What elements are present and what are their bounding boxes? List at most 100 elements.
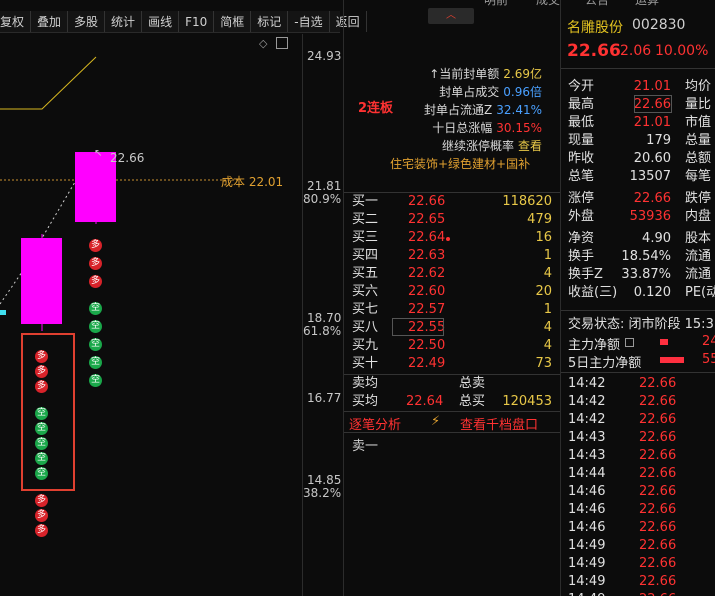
short-signal-badge: 空 <box>89 320 102 333</box>
total-buy-label: 总买 <box>459 394 486 409</box>
top-tab-cut[interactable]: 公告 <box>585 0 625 8</box>
bid-volume: 4 <box>543 338 552 353</box>
top-tab-cut[interactable]: 运算 <box>635 0 675 8</box>
change: 2.06 <box>620 43 652 59</box>
quote-row: 今开 21.01 均价 <box>564 78 715 96</box>
toolbar-item[interactable]: F10 <box>179 11 215 32</box>
quote-label: 总笔 <box>568 169 595 184</box>
bid-row[interactable]: 买五 22.62 4 <box>344 265 558 283</box>
bid-label: 买三 <box>352 230 379 245</box>
bid-label: 买十 <box>352 356 379 371</box>
quote-label-2: 总额 <box>685 151 712 166</box>
top-tab-cut[interactable]: 明前 <box>484 0 524 8</box>
toolbar-item[interactable]: 简框 <box>214 11 252 32</box>
bid-price: 22.63 <box>408 248 446 263</box>
quote-label-2: 市值 <box>685 115 712 130</box>
bid-row[interactable]: 买四 22.63 1 <box>344 247 558 265</box>
stock-name: 名雕股份 <box>567 20 623 36</box>
main-net-label: 主力净额 <box>568 338 621 353</box>
quote-label-2: 跌停 <box>685 191 712 206</box>
quote-label-2: 流通 <box>685 249 712 264</box>
diamond-icon[interactable]: ◇ <box>259 37 267 50</box>
stock-code: 002830 <box>632 17 686 33</box>
quote-value: 18.54% <box>621 249 671 264</box>
quote-value: 13507 <box>629 169 671 184</box>
toolbar-item[interactable]: 多股 <box>68 11 106 32</box>
short-signal-badge: 空 <box>35 407 48 420</box>
tick-time: 14:43 <box>568 430 606 445</box>
dot-icon <box>446 237 450 241</box>
quote-value: 22.66 <box>633 191 671 206</box>
toolbar-item[interactable]: 复权 <box>0 11 32 32</box>
tick-time: 14:42 <box>568 394 606 409</box>
kline-chart[interactable]: ↖ 22.66 成本 22.01 多多多空空空空空多多多空空空空空多多多 ◇ <box>0 34 302 596</box>
top-tab-cut[interactable]: 成交 <box>536 0 576 8</box>
bid-row[interactable]: 买八 22.55 4 <box>344 319 558 337</box>
quote-value: 33.87% <box>621 267 671 282</box>
quote-label: 收益(三) <box>568 285 618 300</box>
highlight-box <box>21 333 75 491</box>
toolbar-item[interactable]: -自选 <box>288 11 330 32</box>
tick-price: 22.66 <box>639 591 676 596</box>
price-tick-label: 16.77 <box>307 391 342 405</box>
bid-label: 买八 <box>352 320 379 335</box>
bid-volume: 118620 <box>502 194 552 209</box>
bid-volume: 73 <box>535 356 552 371</box>
main-net5-value: 55 <box>702 352 715 367</box>
toolbar-item[interactable]: 统计 <box>105 11 143 32</box>
tab-thousand[interactable]: 查看千档盘口 <box>460 414 538 433</box>
toolbar-item[interactable]: 画线 <box>142 11 180 32</box>
tick-time: 14:43 <box>568 448 606 463</box>
seal-info-value[interactable]: 查看 <box>518 139 542 153</box>
quote-row: 净资 4.90 股本 <box>564 230 715 248</box>
short-signal-badge: 空 <box>89 338 102 351</box>
tick-time: 14:49 <box>568 538 606 553</box>
top-tab-label: 公告 <box>585 0 610 7</box>
seal-info-row: ↑当前封单额 2.69亿 <box>392 65 542 82</box>
bid-volume: 16 <box>535 230 552 245</box>
bid-label: 买五 <box>352 266 379 281</box>
quote-value: 0.120 <box>633 285 671 300</box>
ma-line <box>0 56 97 110</box>
bid-price: 22.50 <box>408 338 446 353</box>
buy-avg-value: 22.64 <box>406 394 444 409</box>
bid-row[interactable]: 买三 22.64 16 <box>344 229 558 247</box>
tick-time: 14:49 <box>568 591 605 596</box>
top-tab-label: 运算 <box>635 0 660 7</box>
bid-row[interactable]: 买六 22.60 20 <box>344 283 558 301</box>
maximize-icon[interactable] <box>276 37 288 49</box>
quote-row: 换手 18.54% 流通 <box>564 248 715 266</box>
long-signal-badge: 多 <box>89 239 102 252</box>
divider <box>302 34 303 596</box>
toolbar-item[interactable]: 返回 <box>330 11 367 32</box>
quote-row: 外盘 53936 内盘 <box>564 208 715 226</box>
doc-icon[interactable] <box>625 338 634 347</box>
total-sell-label: 总卖 <box>459 376 486 391</box>
quote-label: 今开 <box>568 79 595 94</box>
bid-row[interactable]: 买七 22.57 1 <box>344 301 558 319</box>
bid-row[interactable]: 买一 22.66 118620 <box>344 193 558 211</box>
tick-row: 14:42 22.66 <box>564 411 715 429</box>
bid-volume: 20 <box>535 284 552 299</box>
collapse-button[interactable]: ︿ <box>428 8 474 24</box>
bid-label: 买一 <box>352 194 379 209</box>
main-net-bar <box>660 339 668 345</box>
toolbar-item[interactable]: 叠加 <box>31 11 69 32</box>
main-net5-label: 5日主力净额 <box>568 356 642 371</box>
top-tab-label: 明前 <box>484 0 509 7</box>
bid-row[interactable]: 买二 22.65 479 <box>344 211 558 229</box>
tick-row: 14:49 22.66 <box>564 591 715 596</box>
bid-volume: 4 <box>543 266 552 281</box>
toolbar-item[interactable]: 标记 <box>251 11 289 32</box>
quote-row: 最低 21.01 市值 <box>564 114 715 132</box>
bid-row[interactable]: 买九 22.50 4 <box>344 337 558 355</box>
short-signal-badge: 空 <box>35 467 48 480</box>
tick-price: 22.66 <box>639 394 677 409</box>
bid-row[interactable]: 买十 22.49 73 <box>344 355 558 373</box>
seal-info-row: 封单占成交 0.96倍 <box>392 83 542 100</box>
quote-label: 外盘 <box>568 209 595 224</box>
seal-info-row: 十日总涨幅 30.15% <box>392 119 542 136</box>
tick-time: 14:46 <box>568 520 606 535</box>
seal-info-value: 32.41% <box>496 103 542 117</box>
tab-analysis[interactable]: 逐笔分析 <box>349 414 401 433</box>
